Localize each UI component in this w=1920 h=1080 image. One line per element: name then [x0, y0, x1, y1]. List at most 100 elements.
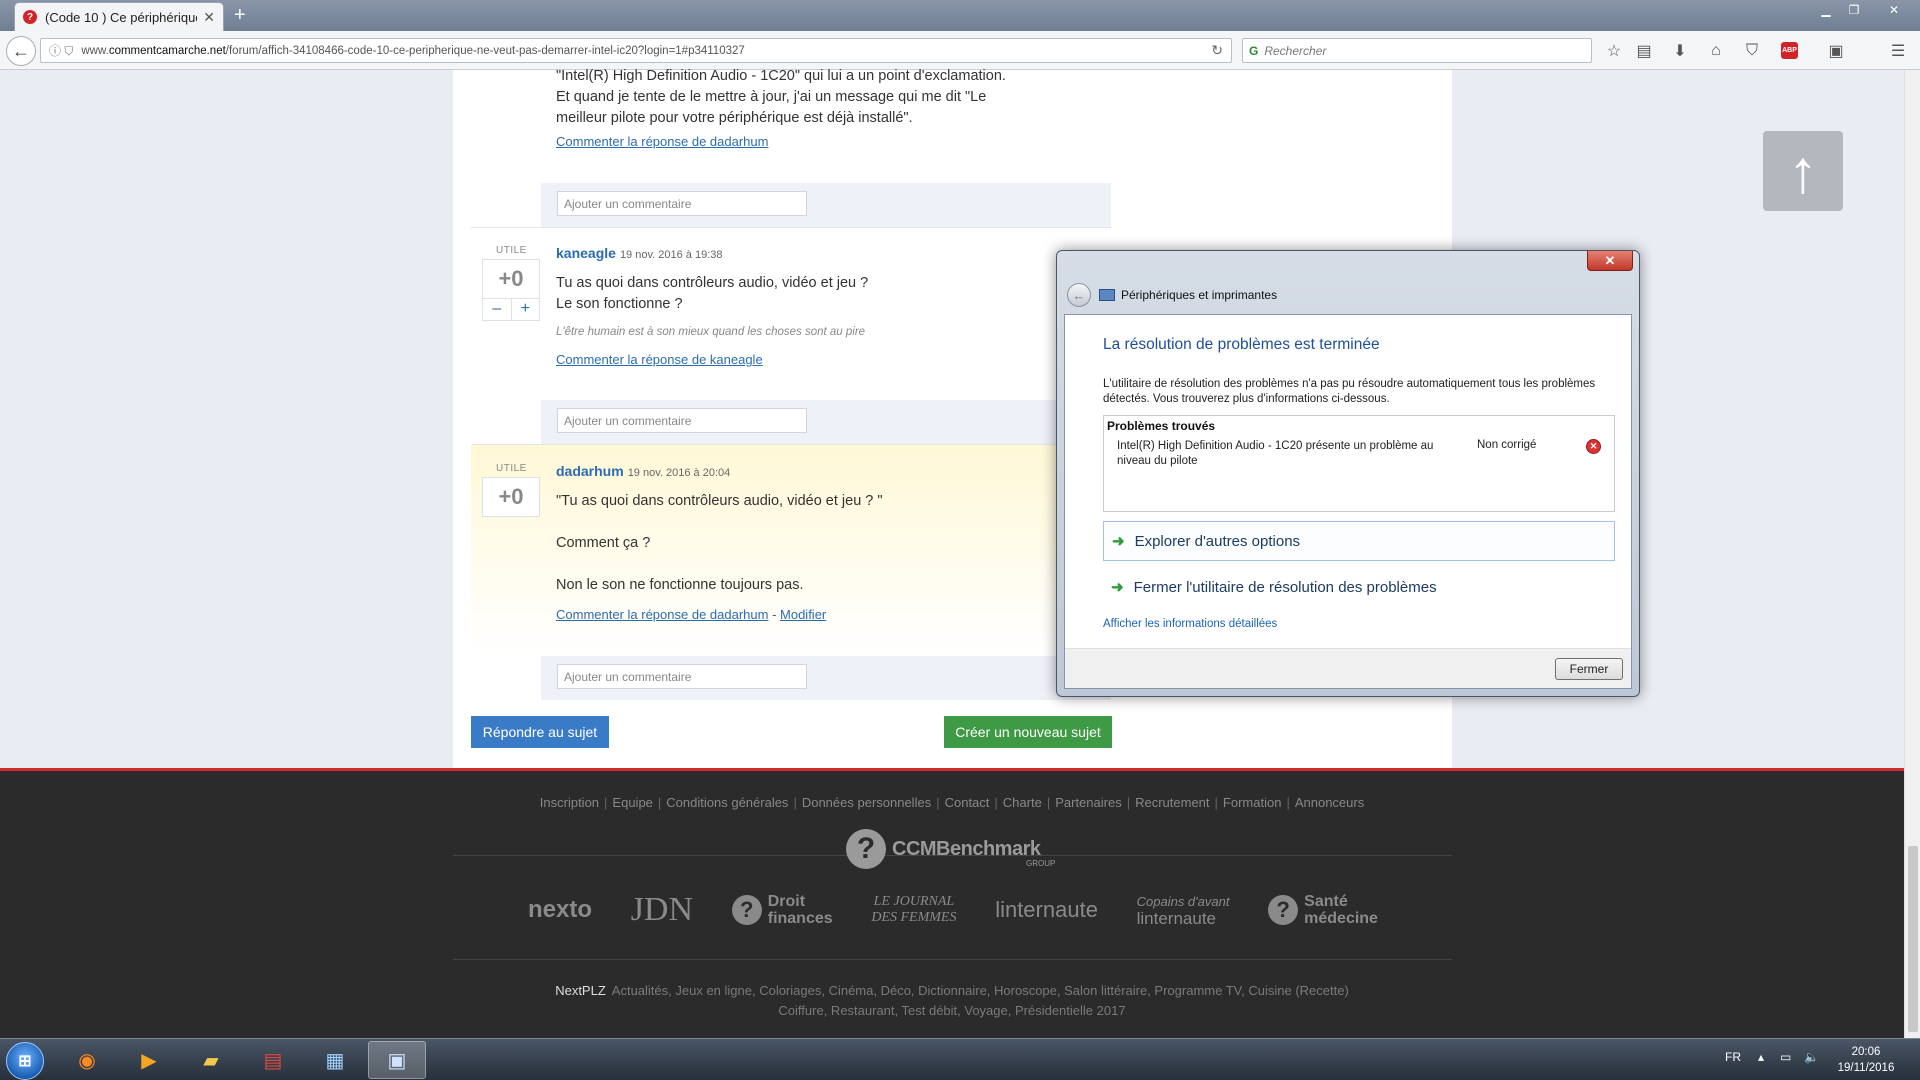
footer-link[interactable]: Charte [1003, 795, 1042, 810]
vote-count: +0 [482, 477, 540, 517]
footer-link[interactable]: Equipe [612, 795, 652, 810]
new-topic-button[interactable]: Créer un nouveau sujet [944, 716, 1112, 748]
footer-link-separator: | [1046, 795, 1051, 810]
firefox-icon[interactable]: ◉ [58, 1041, 116, 1079]
ccm-favicon-icon: ? [23, 10, 37, 24]
post-author[interactable]: dadarhum 19 nov. 2016 à 20:04 [556, 463, 730, 479]
reply-topic-button[interactable]: Répondre au sujet [471, 716, 609, 748]
show-hidden-icons-icon[interactable]: ▴ [1758, 1050, 1764, 1064]
add-comment-input[interactable]: Ajouter un commentaire [557, 191, 807, 216]
author-name[interactable]: dadarhum [556, 463, 624, 479]
troubleshooter-taskbar-icon[interactable]: ▣ [368, 1041, 426, 1079]
vote-down-button[interactable]: – [483, 299, 512, 320]
close-troubleshooter-button[interactable]: ➜ Fermer l'utilitaire de résolution des … [1103, 567, 1615, 607]
footer-link[interactable]: Conditions générales [666, 795, 788, 810]
search-input[interactable]: G Rechercher [1242, 38, 1592, 63]
first-post-text: "Intel(R) High Definition Audio - 1C20" … [556, 66, 1096, 129]
url-bar[interactable]: ⓘ ⛉ www. commentcamarche.net/forum/affich… [40, 38, 1232, 63]
reading-list-icon[interactable]: ▤ [1634, 41, 1654, 61]
logo-line: finances [767, 910, 833, 927]
back-arrow-icon[interactable]: ← [6, 36, 36, 66]
dialog-close-icon[interactable]: ✕ [1587, 251, 1633, 271]
footer-link-separator: | [604, 795, 608, 810]
footer-link-separator: | [994, 795, 998, 810]
comment-reply-link[interactable]: Commenter la réponse de dadarhum [556, 607, 768, 622]
add-comment-input[interactable]: Ajouter un commentaire [557, 408, 807, 433]
pocket-icon[interactable]: ⛉ [1742, 41, 1762, 61]
explore-options-button[interactable]: ➜ Explorer d'autres options [1103, 521, 1615, 561]
post-message: Tu as quoi dans contrôleurs audio, vidéo… [556, 273, 868, 315]
dialog-back-icon[interactable]: ← [1067, 283, 1091, 307]
adblock-icon[interactable]: ABP [1781, 42, 1798, 59]
menu-icon[interactable]: ☰ [1888, 41, 1908, 61]
footer-link[interactable]: Contact [945, 795, 990, 810]
site-info-icon[interactable]: ⓘ ⛉ [49, 42, 73, 59]
logo-line: Droit [767, 893, 806, 910]
logo-line: LE JOURNAL [873, 894, 955, 909]
new-tab-icon[interactable]: + [234, 5, 246, 25]
scroll-to-top-icon[interactable]: ↑ [1763, 131, 1843, 211]
extension-icon[interactable]: ▣ [1826, 41, 1846, 61]
search-placeholder: Rechercher [1264, 43, 1327, 58]
ccm-benchmark-logo[interactable]: ? CCMBenchmark GROUP [846, 829, 1055, 869]
download-icon[interactable]: ⬇ [1670, 41, 1690, 61]
edit-link[interactable]: Modifier [780, 607, 826, 622]
home-icon[interactable]: ⌂ [1706, 41, 1726, 61]
reload-icon[interactable]: ↻ [1211, 42, 1223, 59]
footer-link[interactable]: Annonceurs [1295, 795, 1364, 810]
sante-medecine-logo[interactable]: ? Santé médecine [1268, 893, 1378, 927]
toolbox-icon[interactable]: ▤ [244, 1041, 302, 1079]
network-icon[interactable]: ▭ [1780, 1050, 1791, 1064]
dialog-heading: La résolution de problèmes est terminée [1103, 336, 1380, 353]
file-explorer-icon[interactable]: ▰ [182, 1041, 240, 1079]
footer-link[interactable]: Formation [1223, 795, 1282, 810]
footer-link[interactable]: Recrutement [1135, 795, 1209, 810]
journal-des-femmes-logo[interactable]: LE JOURNAL DES FEMMES [871, 894, 956, 926]
fermer-button[interactable]: Fermer [1555, 658, 1623, 680]
clock-date: 19/11/2016 [1837, 1062, 1895, 1074]
system-clock[interactable]: 20:06 19/11/2016 [1826, 1044, 1906, 1076]
comment-reply-link[interactable]: Commenter la réponse de kaneagle [556, 352, 763, 367]
volume-icon[interactable]: 🔈 [1804, 1050, 1819, 1064]
jdn-logo[interactable]: JDN [631, 891, 693, 929]
close-tab-icon[interactable]: ✕ [203, 9, 215, 26]
footer-link[interactable]: Données personnelles [802, 795, 931, 810]
ccm-question-icon: ? [731, 895, 762, 925]
post-author[interactable]: kaneagle 19 nov. 2016 à 19:38 [556, 245, 723, 261]
post-line: Tu as quoi dans contrôleurs audio, vidéo… [556, 275, 869, 291]
post-line: Comment ça ? [556, 535, 651, 551]
scrollbar-thumb[interactable] [1908, 846, 1918, 1032]
nextplz-label[interactable]: NextPLZ [555, 983, 606, 998]
problems-found-box: Problèmes trouvés Intel(R) High Definiti… [1103, 415, 1615, 512]
control-panel-icon[interactable]: ▦ [306, 1041, 364, 1079]
minimize-icon[interactable]: ▁ [1812, 0, 1840, 20]
comment-reply-link[interactable]: Commenter la réponse de dadarhum [556, 134, 768, 149]
details-link[interactable]: Afficher les informations détaillées [1103, 618, 1277, 630]
problem-status: Non corrigé [1477, 439, 1537, 451]
page-scrollbar[interactable] [1904, 70, 1920, 1038]
linternaute-logo[interactable]: linternaute [995, 897, 1098, 923]
close-window-icon[interactable]: ✕ [1880, 0, 1908, 20]
url-prefix: www. [81, 44, 109, 57]
clock-time: 20:06 [1851, 1046, 1881, 1058]
copains-davant-logo[interactable]: Copains d'avant linternaute [1137, 893, 1230, 928]
footer-link[interactable]: Partenaires [1055, 795, 1121, 810]
browser-tab[interactable]: ? (Code 10 ) Ce périphérique... ✕ [14, 2, 224, 31]
footer-services-line: Coiffure, Restaurant, Test débit, Voyage… [778, 1003, 1126, 1018]
first-post-line: "Intel(R) High Definition Audio - 1C20" … [556, 68, 1006, 84]
author-name[interactable]: kaneagle [556, 245, 616, 261]
media-player-icon[interactable]: ▶ [120, 1041, 178, 1079]
green-arrow-icon: ➜ [1111, 579, 1124, 596]
nexto-logo[interactable]: nexto [528, 896, 592, 924]
language-indicator[interactable]: FR [1725, 1050, 1741, 1064]
footer-link[interactable]: Inscription [540, 795, 599, 810]
maximize-icon[interactable]: ❐ [1840, 0, 1868, 20]
droit-finances-logo[interactable]: ? Droit finances [731, 893, 833, 927]
add-comment-input[interactable]: Ajouter un commentaire [557, 664, 807, 689]
start-button-icon[interactable]: ⊞ [6, 1042, 44, 1080]
footer-links: Inscription | Equipe | Conditions générales |… [0, 795, 1904, 810]
bookmark-star-icon[interactable]: ☆ [1604, 41, 1624, 61]
vote-up-button[interactable]: + [512, 299, 540, 320]
footer-link-separator: | [793, 795, 797, 810]
search-engine-icon[interactable]: G [1249, 44, 1258, 58]
